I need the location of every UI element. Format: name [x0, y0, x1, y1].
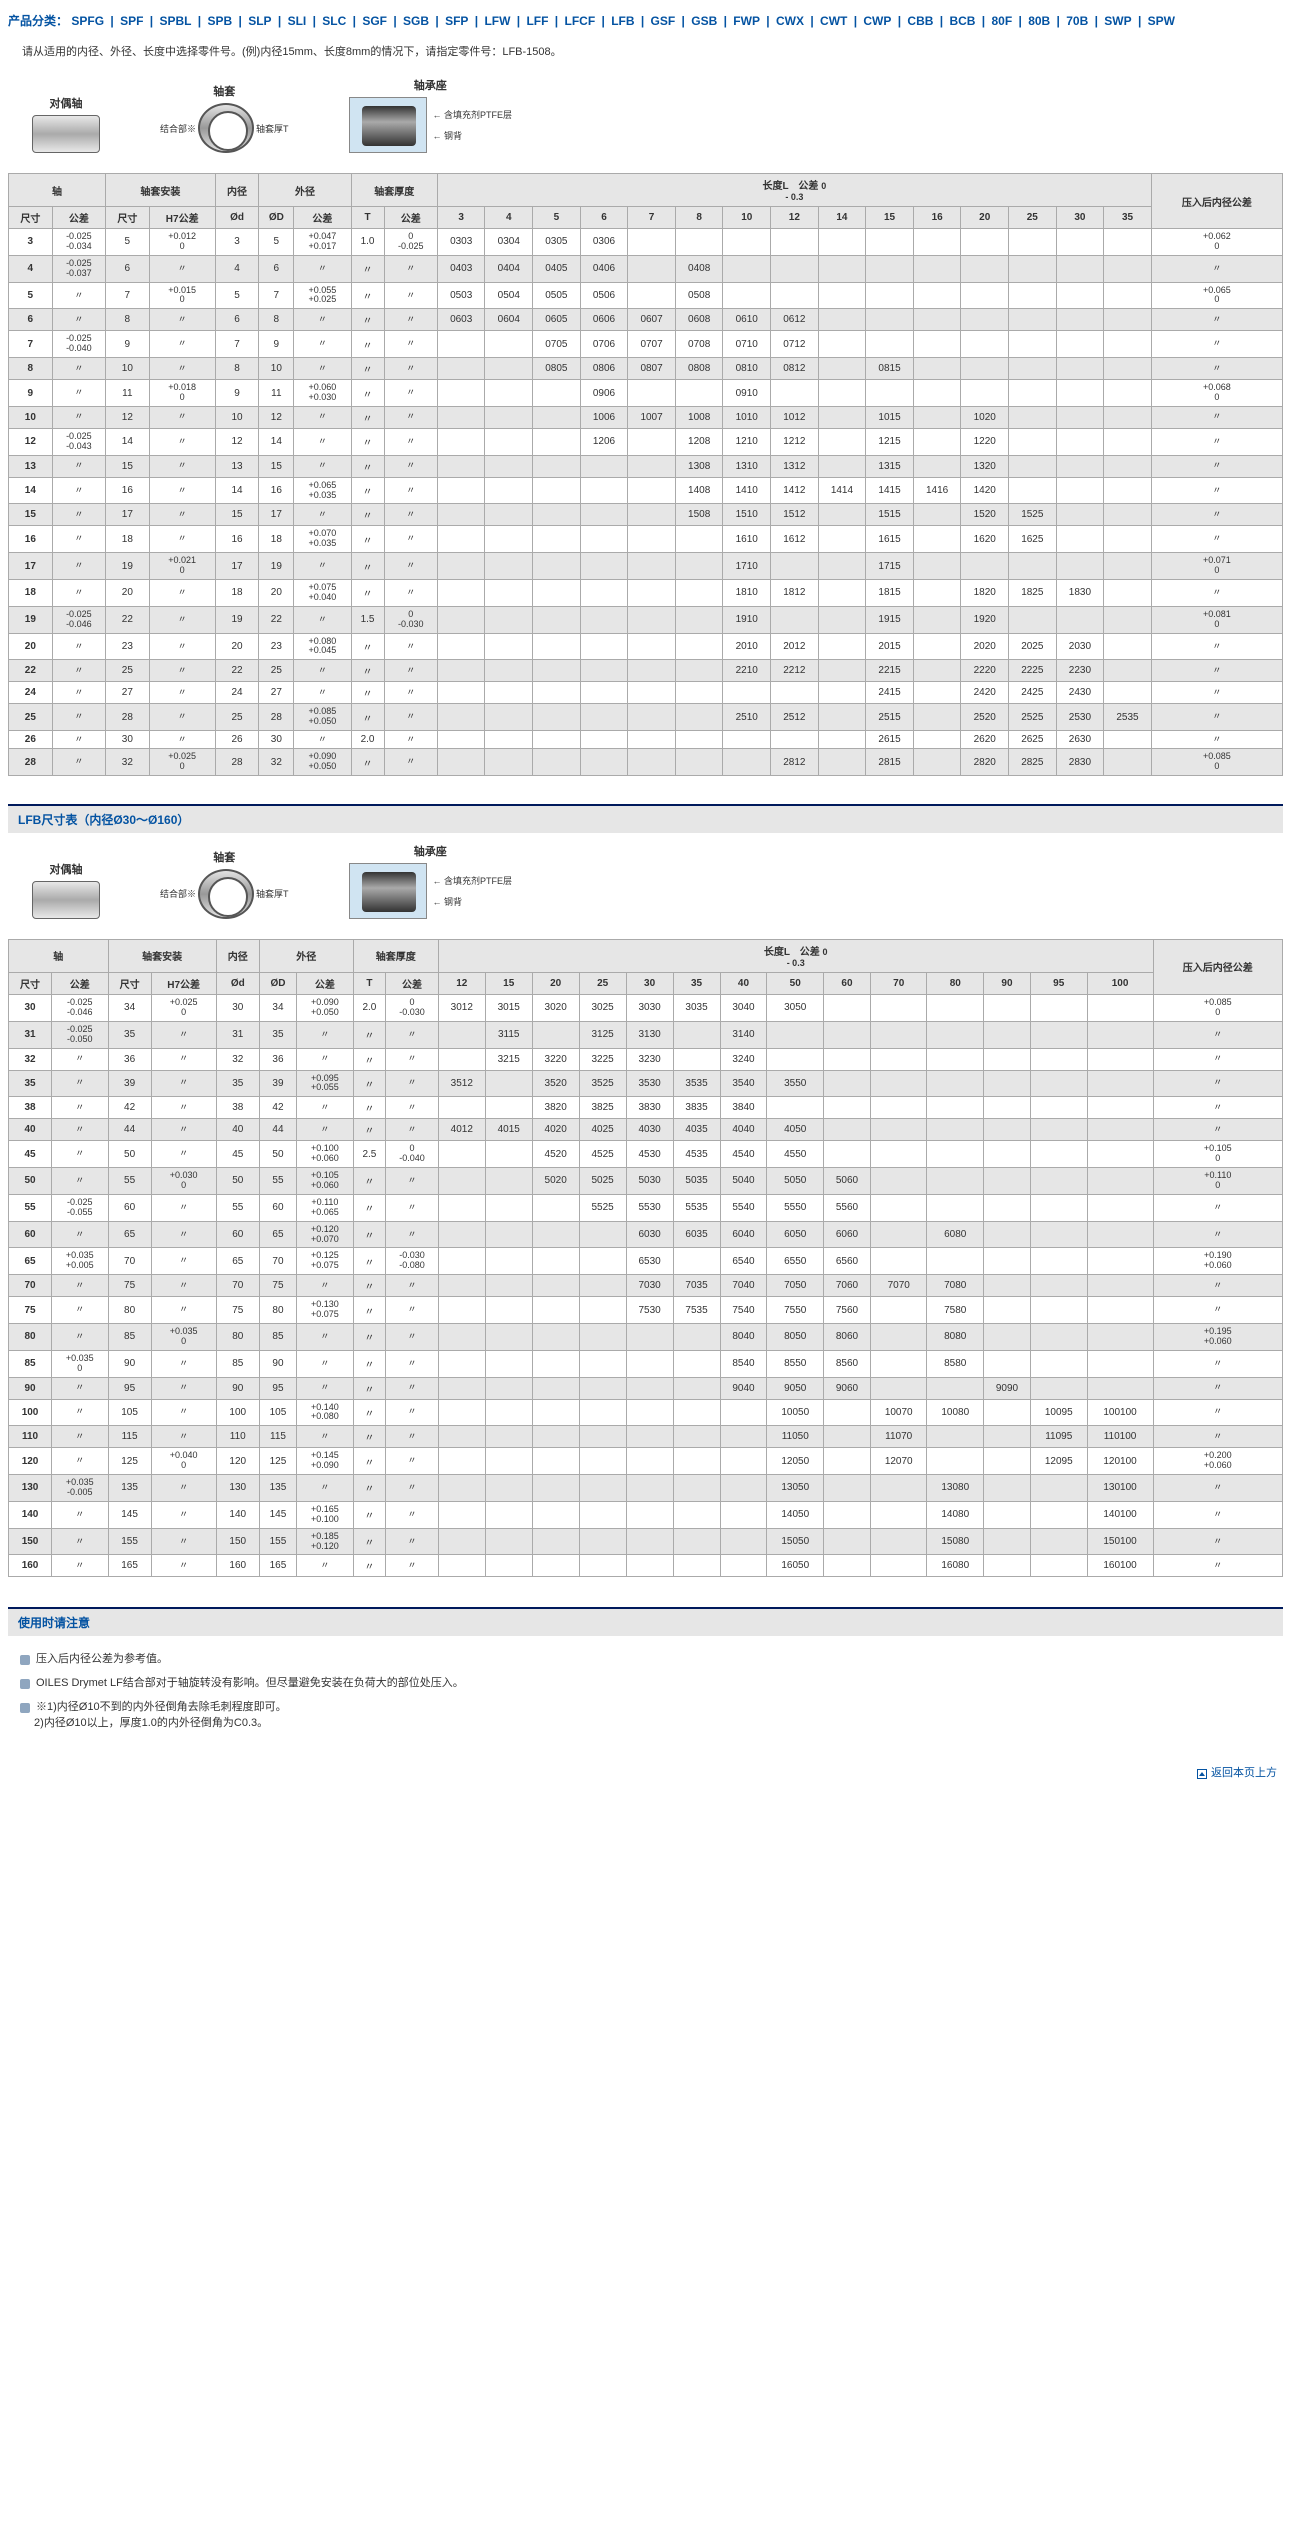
- table-row: 65+0.035+0.00570〃6570+0.125+0.075〃-0.030…: [9, 1248, 1283, 1275]
- table-row: 50〃55+0.03005055+0.105+0.060〃〃5020502550…: [9, 1168, 1283, 1195]
- diagram-shaft: 对偶轴: [32, 95, 100, 153]
- product-categories: 产品分类： SPFG | SPF | SPBL | SPB | SLP | SL…: [8, 8, 1283, 37]
- table-row: 18〃20〃1820+0.075+0.040〃〃1810181218151820…: [9, 580, 1283, 607]
- usage-note-item: OILES Drymet LF结合部对于轴旋转没有影响。但尽量避免安装在负荷大的…: [20, 1670, 1283, 1694]
- category-link[interactable]: LFF: [526, 14, 548, 28]
- category-link[interactable]: SPFG: [71, 14, 104, 28]
- category-link[interactable]: LFW: [484, 14, 510, 28]
- table-row: 80〃85+0.03508085〃〃〃8040805080608080+0.19…: [9, 1323, 1283, 1350]
- table-row: 28〃32+0.02502832+0.090+0.050〃〃2812281528…: [9, 749, 1283, 776]
- category-link[interactable]: SWP: [1104, 14, 1131, 28]
- category-link[interactable]: SLC: [322, 14, 346, 28]
- usage-note-item: 压入后内径公差为参考值。: [20, 1646, 1283, 1670]
- category-link[interactable]: GSB: [691, 14, 717, 28]
- category-link[interactable]: FWP: [733, 14, 760, 28]
- table-row: 25〃28〃2528+0.085+0.050〃〃2510251225152520…: [9, 704, 1283, 731]
- table-row: 110〃115〃110115〃〃〃110501107011095110100〃: [9, 1426, 1283, 1448]
- category-link[interactable]: SLI: [288, 14, 307, 28]
- back-to-top[interactable]: 返回本页上方: [8, 1734, 1283, 1788]
- diagram-row-2: 对偶轴 轴套 结合部※轴套厚T 轴承座 ← 含填充剂PTFE层← 钢背: [32, 843, 1283, 919]
- category-link[interactable]: CWP: [863, 14, 891, 28]
- table-row: 38〃42〃3842〃〃〃38203825383038353840〃: [9, 1097, 1283, 1119]
- table-row: 19-0.025-0.04622〃1922〃1.50-0.03019101915…: [9, 606, 1283, 633]
- diagram-bushing: 轴套 结合部※ 轴套厚T: [160, 83, 289, 153]
- table-row: 45〃50〃4550+0.100+0.0602.50-0.04045204525…: [9, 1141, 1283, 1168]
- table-row: 9〃11+0.0180911+0.060+0.030〃〃09060910+0.0…: [9, 380, 1283, 407]
- table-row: 8〃10〃810〃〃〃0805080608070808081008120815〃: [9, 358, 1283, 380]
- table-row: 22〃25〃2225〃〃〃221022122215222022252230〃: [9, 660, 1283, 682]
- table-row: 60〃65〃6065+0.120+0.070〃〃6030603560406050…: [9, 1221, 1283, 1248]
- category-link[interactable]: BCB: [949, 14, 975, 28]
- table-row: 17〃19+0.02101719〃〃〃17101715+0.0710: [9, 553, 1283, 580]
- table-row: 10〃12〃1012〃〃〃100610071008101010121015102…: [9, 406, 1283, 428]
- table-row: 100〃105〃100105+0.140+0.080〃〃100501007010…: [9, 1399, 1283, 1426]
- category-link[interactable]: LFCF: [565, 14, 596, 28]
- category-link[interactable]: 80F: [991, 14, 1012, 28]
- table-row: 14〃16〃1416+0.065+0.035〃〃1408141014121414…: [9, 477, 1283, 504]
- arrow-up-icon: [1197, 1769, 1207, 1779]
- usage-note: 请从适用的内径、外径、长度中选择零件号。(例)内径15mm、长度8mm的情况下，…: [22, 43, 1283, 59]
- category-link[interactable]: GSF: [651, 14, 676, 28]
- spec-table-2: 轴轴套安装内径外径轴套厚度长度L 公差 0- 0.3压入后内径公差尺寸公差尺寸H…: [8, 939, 1283, 1578]
- table-row: 90〃95〃9095〃〃〃9040905090609090〃: [9, 1377, 1283, 1399]
- category-link[interactable]: SPF: [120, 14, 143, 28]
- table-row: 7-0.025-0.0409〃79〃〃〃07050706070707080710…: [9, 331, 1283, 358]
- category-link[interactable]: SPBL: [159, 14, 191, 28]
- table-row: 120〃125+0.0400120125+0.145+0.090〃〃120501…: [9, 1448, 1283, 1475]
- section-title-2: LFB尺寸表（内径Ø30～Ø160）: [8, 804, 1283, 833]
- table-row: 35〃39〃3539+0.095+0.055〃〃3512352035253530…: [9, 1070, 1283, 1097]
- table-row: 32〃36〃3236〃〃〃32153220322532303240〃: [9, 1048, 1283, 1070]
- category-link[interactable]: 70B: [1066, 14, 1088, 28]
- table-row: 70〃75〃7075〃〃〃703070357040705070607070708…: [9, 1275, 1283, 1297]
- table-row: 140〃145〃140145+0.165+0.100〃〃140501408014…: [9, 1501, 1283, 1528]
- usage-note-item: ※1)内径Ø10不到的内外径倒角去除毛刺程度即可。 2)内径Ø10以上，厚度1.…: [20, 1694, 1283, 1734]
- table-row: 150〃155〃150155+0.185+0.120〃〃150501508015…: [9, 1528, 1283, 1555]
- table-row: 160〃165〃160165〃〃〃1605016080160100〃: [9, 1555, 1283, 1577]
- category-link[interactable]: SPW: [1148, 14, 1175, 28]
- table-row: 30-0.025-0.04634+0.02503034+0.090+0.0502…: [9, 994, 1283, 1021]
- categories-label: 产品分类：: [8, 14, 68, 28]
- category-link[interactable]: 80B: [1028, 14, 1050, 28]
- table-row: 85+0.035090〃8590〃〃〃8540855085608580〃: [9, 1350, 1283, 1377]
- usage-notes-list: 压入后内径公差为参考值。OILES Drymet LF结合部对于轴旋转没有影响。…: [8, 1636, 1283, 1734]
- table-row: 20〃23〃2023+0.080+0.045〃〃2010201220152020…: [9, 633, 1283, 660]
- category-link[interactable]: SLP: [248, 14, 271, 28]
- category-link[interactable]: CWX: [776, 14, 804, 28]
- category-link[interactable]: CBB: [907, 14, 933, 28]
- table-row: 4-0.025-0.0376〃46〃〃〃04030404040504060408…: [9, 255, 1283, 282]
- spec-table-1: 轴轴套安装内径外径轴套厚度长度L 公差 0- 0.3压入后内径公差尺寸公差尺寸H…: [8, 173, 1283, 776]
- table-row: 3-0.025-0.0345+0.012035+0.047+0.0171.00-…: [9, 229, 1283, 256]
- diagram-row: 对偶轴 轴套 结合部※ 轴套厚T 轴承座 ← 含填充剂PTFE层 ← 钢背: [32, 77, 1283, 153]
- category-link[interactable]: SFP: [445, 14, 468, 28]
- table-row: 12-0.025-0.04314〃1214〃〃〃1206120812101212…: [9, 428, 1283, 455]
- category-link[interactable]: SPB: [207, 14, 232, 28]
- category-link[interactable]: CWT: [820, 14, 847, 28]
- table-row: 6〃8〃68〃〃〃0603060406050606060706080610061…: [9, 309, 1283, 331]
- table-row: 24〃27〃2427〃〃〃2415242024252430〃: [9, 682, 1283, 704]
- table-row: 75〃80〃7580+0.130+0.075〃〃7530753575407550…: [9, 1297, 1283, 1324]
- table-row: 55-0.025-0.05560〃5560+0.110+0.065〃〃55255…: [9, 1194, 1283, 1221]
- category-link[interactable]: SGB: [403, 14, 429, 28]
- table-row: 31-0.025-0.05035〃3135〃〃〃3115312531303140…: [9, 1021, 1283, 1048]
- table-row: 5〃7+0.015057+0.055+0.025〃〃05030504050505…: [9, 282, 1283, 309]
- diagram-housing: 轴承座 ← 含填充剂PTFE层 ← 钢背: [349, 77, 513, 153]
- category-link[interactable]: SGF: [362, 14, 387, 28]
- table-row: 40〃44〃4044〃〃〃401240154020402540304035404…: [9, 1119, 1283, 1141]
- table-row: 26〃30〃2630〃2.0〃2615262026252630〃: [9, 731, 1283, 749]
- table-row: 130+0.035-0.005135〃130135〃〃〃130501308013…: [9, 1475, 1283, 1502]
- table-row: 15〃17〃1517〃〃〃150815101512151515201525〃: [9, 504, 1283, 526]
- table-row: 13〃15〃1315〃〃〃13081310131213151320〃: [9, 455, 1283, 477]
- category-link[interactable]: LFB: [611, 14, 634, 28]
- usage-notes-title: 使用时请注意: [8, 1607, 1283, 1636]
- table-row: 16〃18〃1618+0.070+0.035〃〃1610161216151620…: [9, 526, 1283, 553]
